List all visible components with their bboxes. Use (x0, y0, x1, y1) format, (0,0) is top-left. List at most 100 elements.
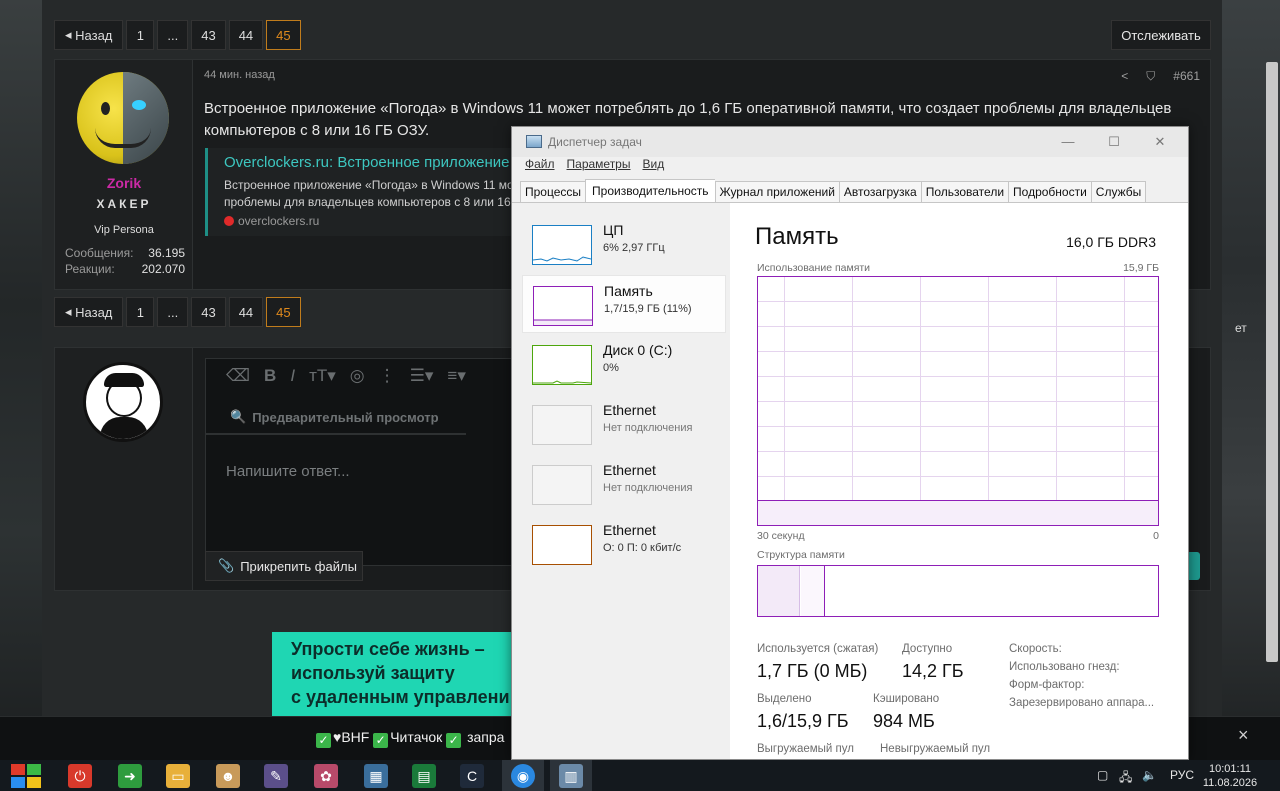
tab-performance[interactable]: Производительность (585, 179, 715, 203)
resource-ethernet-3[interactable]: Ethernet О: 0 П: 0 кбит/с (522, 515, 726, 573)
paged-pool-label: Выгружаемый пул (757, 743, 854, 755)
tab-app-history[interactable]: Журнал приложений (714, 181, 839, 203)
menu-view[interactable]: Вид (642, 157, 664, 177)
pagination-page-1[interactable]: 1 (126, 20, 155, 50)
checkmark-icon: ✓ (446, 733, 462, 748)
pagination-page-43[interactable]: 43 (191, 297, 226, 327)
ad-line: Упрости себе жизнь – (291, 639, 485, 659)
avatar[interactable] (77, 72, 169, 164)
post-reply-link-partial[interactable]: ет (1235, 321, 1247, 335)
window-titlebar[interactable]: Диспетчер задач — ☐ ✕ (512, 127, 1188, 157)
font-size-icon[interactable]: тT▾ (309, 366, 336, 386)
reply-input-placeholder[interactable]: Напишите ответ... (226, 463, 350, 480)
network-icon[interactable]: 🖧 (1119, 768, 1132, 789)
preview-button[interactable]: 🔍 Предварительный просмотр (206, 401, 466, 435)
notification-close-icon[interactable]: × (1238, 725, 1249, 746)
monitor-app-icon[interactable]: ▤ (412, 764, 436, 788)
more-icon[interactable]: ⋮ (379, 366, 396, 386)
start-button[interactable] (11, 764, 41, 788)
task-manager-taskbar-icon[interactable]: ▥ (559, 764, 583, 788)
close-button[interactable]: ✕ (1138, 131, 1182, 153)
notification-tray-icon[interactable]: ▢ (1097, 768, 1108, 782)
tab-users[interactable]: Пользователи (920, 181, 1009, 203)
task-manager-window: Диспетчер задач — ☐ ✕ Файл Параметры Вид… (511, 126, 1189, 760)
panel-splitter[interactable] (730, 213, 736, 759)
volume-icon[interactable]: 🔈 (1142, 768, 1157, 782)
link-preview-source: overclockers.ru (224, 214, 515, 228)
memory-structure-label: Структура памяти (757, 549, 845, 561)
pagination-back-button[interactable]: ◂ Назад (54, 297, 124, 327)
share-icon[interactable]: < (1121, 69, 1128, 84)
tab-details[interactable]: Подробности (1008, 181, 1091, 203)
palette-icon[interactable]: ◎ (350, 366, 365, 386)
italic-icon[interactable]: I (290, 366, 295, 386)
performance-panel: ЦП 6% 2,97 ГГц Память 1,7/15,9 ГБ (11%) … (512, 202, 1188, 759)
link-preview-title[interactable]: Overclockers.ru: Встроенное приложение « (224, 154, 515, 171)
pagination-page-44[interactable]: 44 (228, 20, 264, 50)
calculator-icon[interactable]: ▦ (364, 764, 388, 788)
memory-structure-bar (757, 565, 1159, 617)
ccleaner-icon[interactable]: C (460, 764, 484, 788)
resource-disk[interactable]: Диск 0 (C:) 0% (522, 335, 726, 393)
minimize-button[interactable]: — (1046, 131, 1090, 153)
cached-value: 984 МБ (873, 711, 935, 731)
memory-spec: 16,0 ГБ DDR3 (1066, 234, 1156, 250)
chrome-icon[interactable]: ◉ (511, 764, 535, 788)
menu-file[interactable]: Файл (525, 157, 555, 177)
user-title: ХАКЕР (96, 197, 152, 211)
resource-ethernet-1[interactable]: Ethernet Нет подключения (522, 395, 726, 453)
reply-editor[interactable]: ⌫ B I тT▾ ◎ ⋮ ☰▾ ≡▾ 🔍 Предварительный пр… (205, 358, 515, 566)
post-number[interactable]: #661 (1173, 69, 1200, 84)
network-tool-icon[interactable]: ✿ (314, 764, 338, 788)
resource-ethernet-2[interactable]: Ethernet Нет подключения (522, 455, 726, 513)
pagination-bottom: ◂ Назад 1 ... 43 44 45 (54, 297, 301, 327)
post-timestamp[interactable]: 44 мин. назад (204, 69, 275, 81)
app-mascot-icon[interactable]: ☻ (216, 764, 240, 788)
checkmark-icon: ✓ (373, 733, 389, 748)
resource-cpu[interactable]: ЦП 6% 2,97 ГГц (522, 215, 726, 273)
available-label: Доступно (902, 643, 953, 655)
taskbar: ⏻ ➜ ▭ ☻ ✎ ✿ ▦ ▤ C ◉ ▥ ▢ 🖧 🔈 РУС 10:01:11… (0, 760, 1280, 791)
bold-icon[interactable]: B (264, 366, 276, 386)
attach-files-button[interactable]: 📎 Прикрепить файлы (205, 551, 363, 581)
pagination-ellipsis[interactable]: ... (157, 297, 189, 327)
reply-user-info (55, 348, 193, 590)
tab-startup[interactable]: Автозагрузка (838, 181, 921, 203)
pagination-page-43[interactable]: 43 (191, 20, 226, 50)
list-icon[interactable]: ☰▾ (410, 366, 434, 386)
bookmark-icon[interactable]: ⛉ (1146, 69, 1155, 84)
browser-scrollbar[interactable] (1266, 62, 1278, 662)
maximize-button[interactable]: ☐ (1092, 131, 1136, 153)
memory-mini-graph (533, 286, 593, 326)
post-author-name[interactable]: Zorik (55, 175, 193, 191)
power-app-icon[interactable]: ⏻ (68, 764, 92, 788)
system-clock[interactable]: 10:01:11 11.08.2026 (1195, 762, 1265, 790)
folder-icon[interactable]: ▭ (166, 764, 190, 788)
advertisement-banner[interactable]: Упрости себе жизнь – используй защиту с … (272, 632, 512, 716)
eraser-icon[interactable]: ⌫ (226, 366, 250, 386)
exit-arrow-icon[interactable]: ➜ (118, 764, 142, 788)
tab-processes[interactable]: Процессы (520, 181, 586, 203)
link-preview-line-1: Встроенное приложение «Погода» в Windows… (224, 178, 514, 192)
tab-services[interactable]: Службы (1090, 181, 1147, 203)
avatar[interactable] (83, 362, 163, 442)
pagination-back-button[interactable]: ◂ Назад (54, 20, 124, 50)
cpu-mini-graph (532, 225, 592, 265)
pagination-page-1[interactable]: 1 (126, 297, 155, 327)
tab-strip: Процессы Производительность Журнал прило… (520, 179, 1147, 203)
pagination-page-current[interactable]: 45 (266, 20, 301, 50)
hardware-reserved-label: Зарезервировано аппара... (1009, 697, 1155, 709)
menu-options[interactable]: Параметры (567, 157, 631, 177)
user-stat-reactions: Реакции: 202.070 (65, 262, 185, 276)
paint-app-icon[interactable]: ✎ (264, 764, 288, 788)
form-factor-label: Форм-фактор: (1009, 679, 1085, 691)
pagination-page-current[interactable]: 45 (266, 297, 301, 327)
align-icon[interactable]: ≡▾ (447, 366, 465, 386)
language-indicator[interactable]: РУС (1170, 768, 1194, 782)
resource-memory[interactable]: Память 1,7/15,9 ГБ (11%) (522, 275, 726, 333)
link-preview[interactable]: Overclockers.ru: Встроенное приложение «… (205, 148, 515, 236)
follow-button[interactable]: Отслеживать (1111, 20, 1211, 50)
pagination-ellipsis[interactable]: ... (157, 20, 189, 50)
user-rank: Vip Persona (94, 224, 154, 236)
pagination-page-44[interactable]: 44 (228, 297, 264, 327)
